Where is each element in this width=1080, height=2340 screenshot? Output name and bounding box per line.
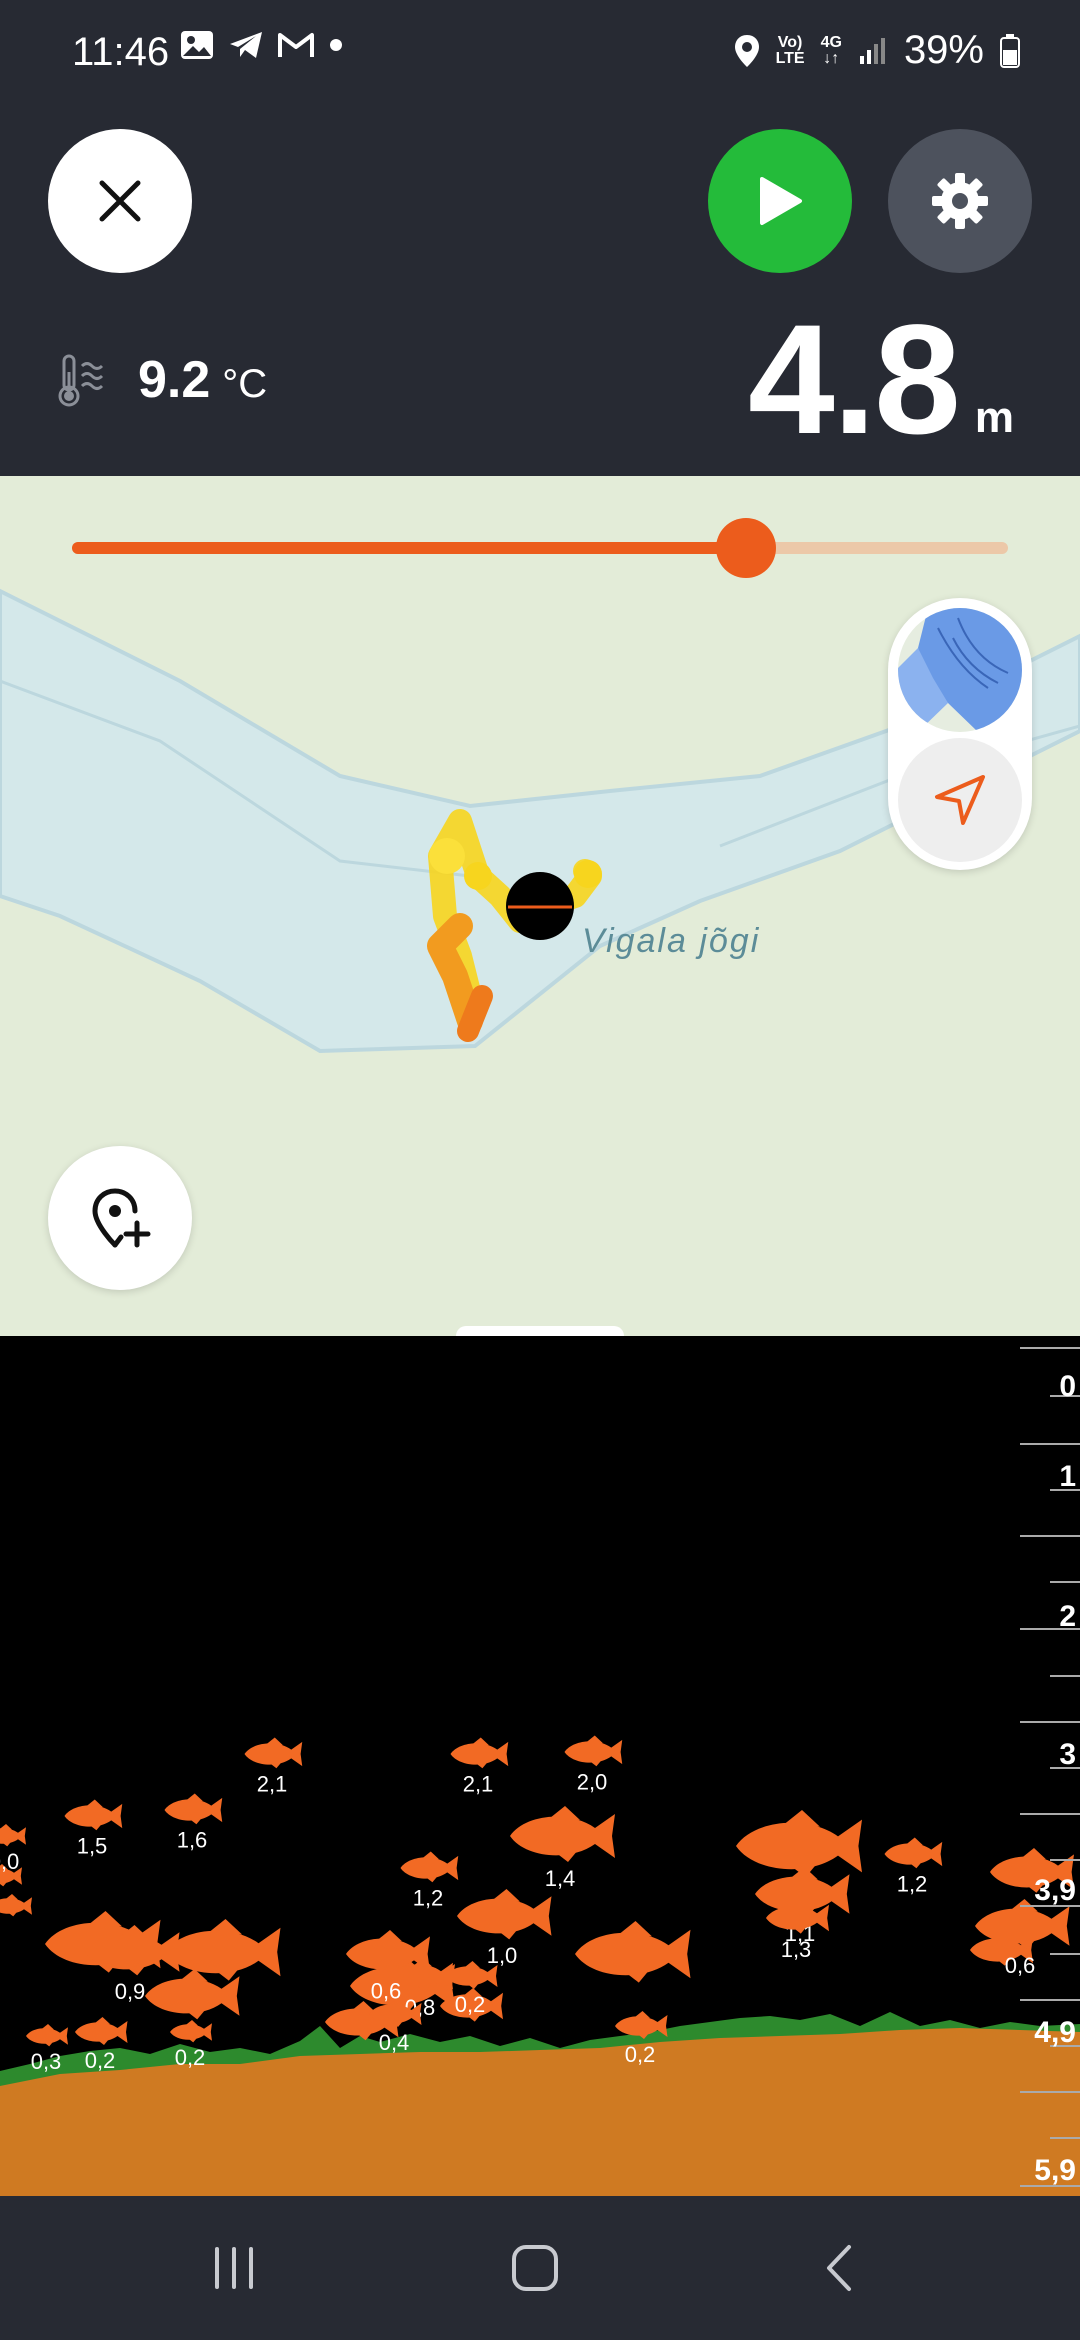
battery-percent: 39% [903,28,984,72]
depth-scale-label: 1 [1059,1460,1076,1493]
close-button[interactable] [48,129,192,273]
sonar-view: 2,12,12,01,51,61,21,41,01,41,11,31,20,90… [0,1336,1080,2196]
battery-icon [1000,33,1020,68]
depth-scale-label: 4,9 [1034,2016,1076,2049]
add-marker-button[interactable] [48,1146,192,1290]
network-type-icon: 4G ↓↑ [820,33,842,67]
notification-icons [180,30,344,60]
playback-slider-thumb[interactable] [715,518,776,578]
back-button[interactable] [800,2232,880,2304]
temperature-value: 9.2 [138,351,211,409]
depth-scale-ticks [1020,1347,1080,2187]
gallery-icon [181,31,213,59]
back-icon [827,2245,851,2291]
home-button[interactable] [495,2232,575,2304]
close-icon [99,180,141,222]
map-layer-icon [898,608,1022,732]
temperature-unit: °C [222,361,268,406]
recent-apps-icon [215,2247,253,2289]
depth-scale-label: 5,9 [1034,2154,1076,2187]
depth-scale-label: 3,9 [1034,1874,1076,1907]
dot-icon [330,39,342,51]
telegram-icon [230,32,262,58]
depth-scale-label: 0 [1059,1370,1076,1403]
locate-button[interactable] [898,738,1022,862]
water-temperature-icon [58,354,104,407]
signal-icon [859,37,885,64]
navigation-arrow-icon [935,775,985,825]
status-time: 11:46 [72,30,170,74]
playback-slider-fill [72,542,746,554]
volte-icon: Vo) LTE [775,33,805,67]
depth-readout: 4.8 m [748,293,1014,467]
map-controls [888,598,1032,870]
playback-slider[interactable] [72,518,1008,578]
play-button[interactable] [708,129,852,273]
depth-unit: m [974,393,1014,442]
gmail-icon [278,33,314,57]
river-name-label: Vigala jõgi [582,922,761,960]
depth-scale-label: 2 [1059,1600,1076,1633]
depth-scale-label: 3 [1059,1738,1076,1771]
system-icons: Vo) LTE 4G ↓↑ 39% [734,28,1020,73]
play-icon [760,177,802,225]
system-nav-bar [0,2196,1080,2340]
depth-value: 4.8 [748,293,961,467]
gear-icon [932,173,988,229]
boat-position-marker [506,872,574,940]
home-icon [512,2245,558,2291]
recent-apps-button[interactable] [194,2232,274,2304]
map-layer-button[interactable] [898,608,1022,732]
map-view[interactable]: Vigala jõgi [0,476,1080,1336]
water-temperature: 9.2 °C [56,350,267,410]
status-bar: 11:46 Vo) LTE 4G ↓↑ 39% [0,0,1080,105]
settings-button[interactable] [888,129,1032,273]
location-icon [734,34,759,67]
add-location-icon [92,1188,151,1248]
